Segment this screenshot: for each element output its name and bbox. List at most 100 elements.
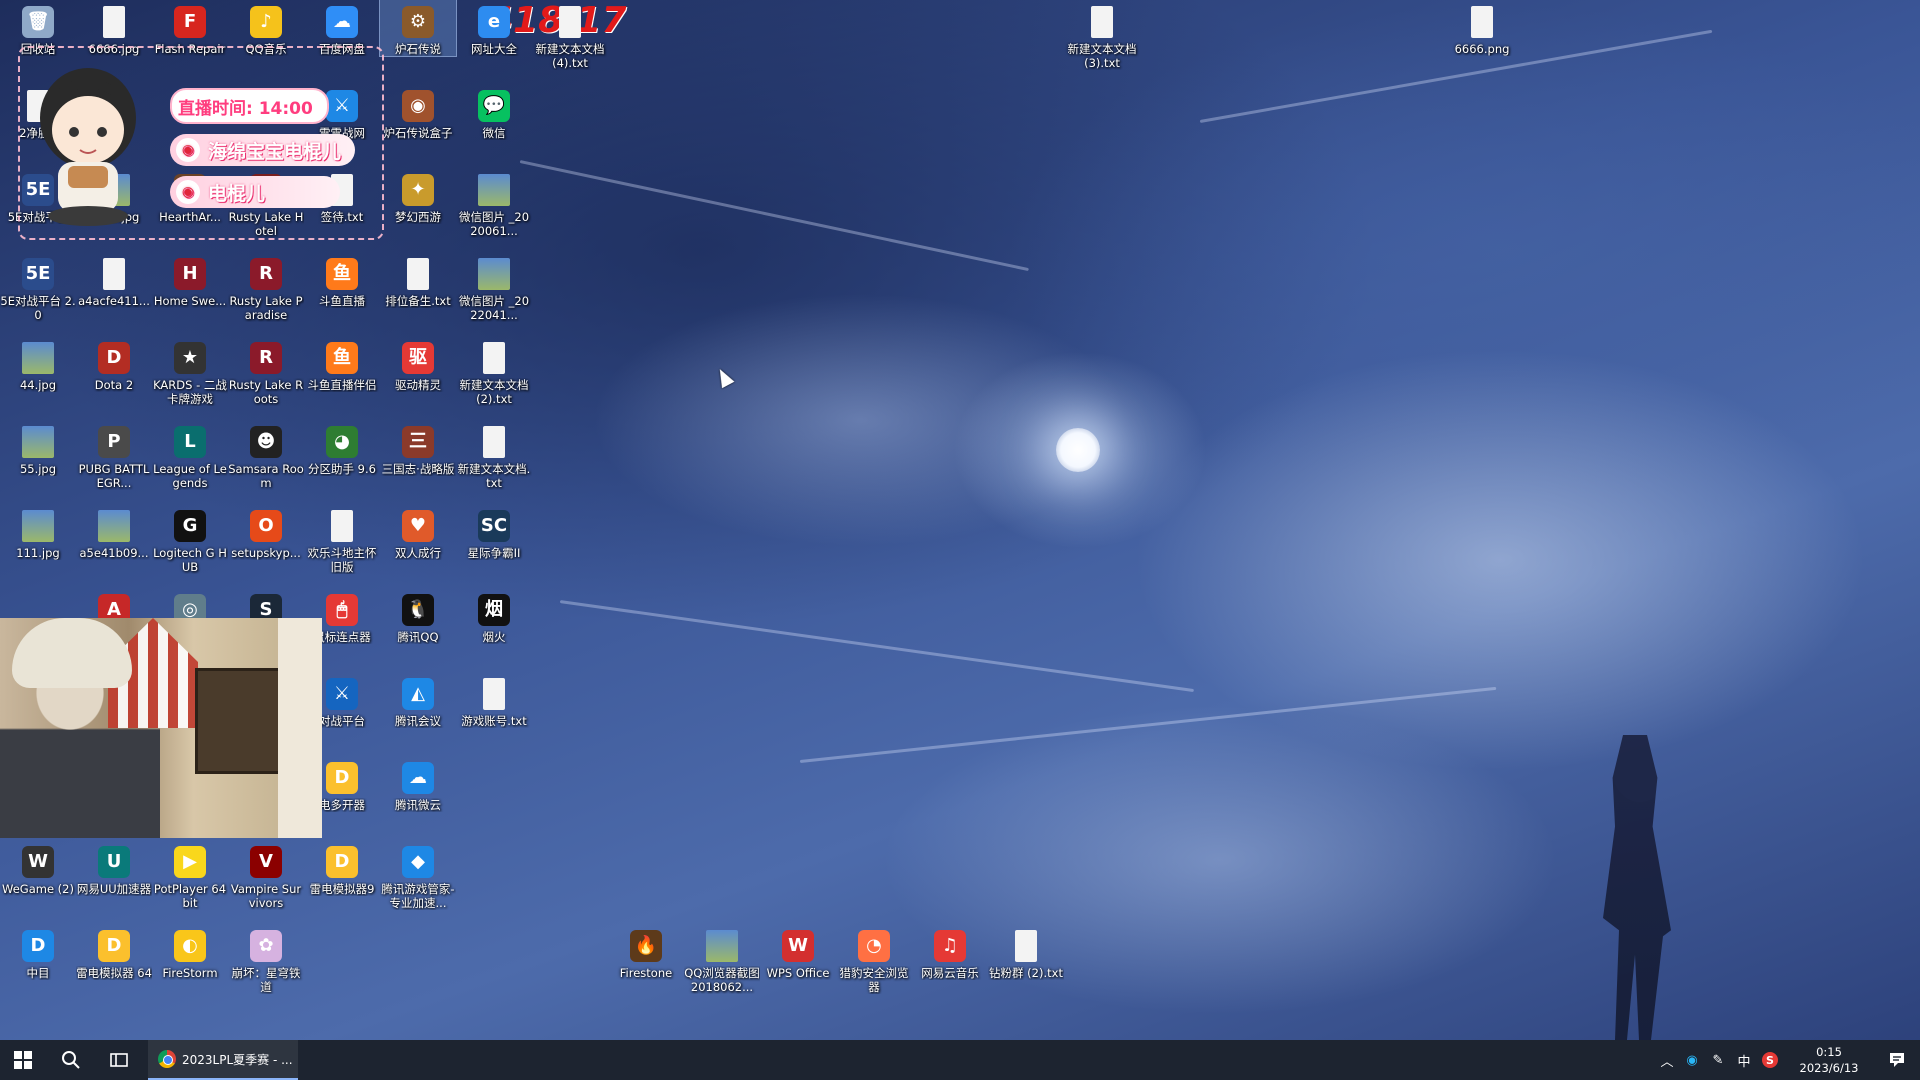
desktop-icon[interactable]: L League of Legends (152, 420, 228, 490)
desktop-icon[interactable]: D 雷电模拟器 64 (76, 924, 152, 980)
desktop-icon[interactable]: U 网易UU加速器 (76, 840, 152, 896)
desktop-icon[interactable]: 新建文本文档.txt (456, 420, 532, 490)
desktop-icon[interactable]: 🐧 腾讯QQ (380, 588, 456, 644)
desktop-icon[interactable]: V Vampire Survivors (228, 840, 304, 910)
desktop-icon[interactable]: 驱驱动精灵 (380, 336, 456, 392)
desktop-icon[interactable]: ◉ 炉石传说盒子 (380, 84, 456, 140)
desktop-icon[interactable]: 5E 5E对战平台 2.0 (0, 252, 76, 322)
app-icon: U (98, 846, 130, 878)
desktop-icon[interactable]: ◔ 猎豹安全浏览器 (836, 924, 912, 994)
app-icon: ✿ (250, 930, 282, 962)
live-time-label: 直播时间: 14:00 (178, 98, 313, 119)
tray-app-button[interactable]: ◉ (1680, 1040, 1704, 1080)
desktop-icon[interactable]: 新建文本文档 (2).txt (456, 336, 532, 406)
desktop-icon[interactable]: 新建文本文档 (3).txt (1064, 0, 1140, 70)
search-button[interactable] (48, 1040, 94, 1080)
search-icon (62, 1051, 80, 1069)
desktop-icon[interactable]: W WeGame (2) (0, 840, 76, 896)
text-file-icon (103, 258, 125, 290)
desktop-icon[interactable]: ✦ 梦幻西游 (380, 168, 456, 224)
desktop-icon-label: 网易UU加速器 (76, 882, 152, 896)
desktop-icon[interactable]: 微信图片 _2020061... (456, 168, 532, 238)
desktop-icon[interactable]: a5e41b09... (76, 504, 152, 560)
desktop-icon[interactable]: 111.jpg (0, 504, 76, 560)
desktop-icon-label: 网易云音乐 (921, 966, 979, 980)
desktop-icon[interactable]: D Dota 2 (76, 336, 152, 392)
desktop-icon[interactable]: a4acfe411... (76, 252, 152, 308)
desktop-icon[interactable]: 💬 微信 (456, 84, 532, 140)
image-file-icon (706, 930, 738, 962)
app-icon: 🔥 (630, 930, 662, 962)
image-file-icon (98, 510, 130, 542)
app-icon: O (250, 510, 282, 542)
start-button[interactable] (0, 1040, 46, 1080)
desktop-icon-label: 微信图片 _2020061... (458, 210, 530, 238)
desktop-icon[interactable]: ♥ 双人成行 (380, 504, 456, 560)
text-file-icon (559, 6, 581, 38)
desktop-icon[interactable]: 钻粉群 (2).txt (988, 924, 1064, 980)
desktop-icon[interactable]: ✿ 崩坏：星穹铁道 (228, 924, 304, 994)
desktop-icon[interactable]: 鱼斗鱼直播伴侣 (304, 336, 380, 392)
desktop-icon[interactable]: D 雷电模拟器9 (304, 840, 380, 896)
desktop-icon[interactable]: G Logitech G HUB (152, 504, 228, 574)
desktop-icon[interactable]: ◐ FireStorm (152, 924, 228, 980)
desktop-icon[interactable]: QQ浏览器截图2018062... (684, 924, 760, 994)
desktop-icon[interactable]: ☻ Samsara Room (228, 420, 304, 490)
desktop-icon-label: 6666.png (1454, 42, 1510, 56)
desktop-icon[interactable]: 游戏账号.txt (456, 672, 532, 728)
desktop-icon[interactable]: ◕ 分区助手 9.6 (304, 420, 380, 476)
desktop-icon[interactable]: Osetupskyp... (228, 504, 304, 560)
desktop-icon[interactable]: 微信图片 _2022041... (456, 252, 532, 322)
desktop-icon[interactable]: P PUBG BATTLEGR... (76, 420, 152, 490)
desktop-icon[interactable]: ⚙ 炉石传说 (379, 0, 457, 57)
notification-center-button[interactable] (1874, 1040, 1920, 1080)
desktop-icon-label: 微信图片 _2022041... (458, 294, 530, 322)
taskbar-clock[interactable]: 0:15 2023/6/13 (1784, 1040, 1874, 1080)
desktop-icon-label: 腾讯微云 (395, 798, 441, 812)
weibo-icon: ◉ (176, 180, 200, 204)
desktop-icon[interactable]: 三三国志·战略版 (380, 420, 456, 476)
app-icon: ☁ (326, 6, 358, 38)
desktop-icon[interactable]: 55.jpg (0, 420, 76, 476)
app-icon: D (326, 762, 358, 794)
desktop-icon[interactable]: e 网址大全 (456, 0, 532, 56)
text-file-icon (103, 6, 125, 38)
desktop-icon[interactable]: 鱼斗鱼直播 (304, 252, 380, 308)
desktop-icon-label: 排位备生.txt (385, 294, 451, 308)
desktop-icon[interactable]: W WPS Office (760, 924, 836, 980)
tray-antivirus-button[interactable]: S (1758, 1040, 1782, 1080)
desktop-icon[interactable]: 欢乐斗地主怀旧版 (304, 504, 380, 574)
app-icon: G (174, 510, 206, 542)
desktop-icon[interactable]: 新建文本文档 (4).txt (532, 0, 608, 70)
app-icon: ◔ (858, 930, 890, 962)
desktop-icon-label: 网址大全 (471, 42, 517, 56)
clock-time: 0:15 (1816, 1045, 1842, 1059)
desktop-icon[interactable]: ♫ 网易云音乐 (912, 924, 988, 980)
desktop-icon[interactable]: SC 星际争霸II (456, 504, 532, 560)
tray-expand-button[interactable]: ︿ (1656, 1040, 1678, 1080)
desktop-icon[interactable]: ◆ 腾讯游戏管家-专业加速... (380, 840, 456, 910)
tray-pen-button[interactable]: ✎ (1706, 1040, 1730, 1080)
desktop-icon[interactable]: 排位备生.txt (380, 252, 456, 308)
desktop-icon[interactable]: 烟烟火 (456, 588, 532, 644)
desktop-icon[interactable]: R Rusty Lake Paradise (228, 252, 304, 322)
desktop-icon[interactable]: 🔥 Firestone (608, 924, 684, 980)
desktop-icon[interactable]: D 中目 (0, 924, 76, 980)
desktop-icon[interactable]: ★ KARDS - 二战卡牌游戏 (152, 336, 228, 406)
desktop-icon[interactable]: ▶ PotPlayer 64 bit (152, 840, 228, 910)
desktop-icon-label: 梦幻西游 (395, 210, 441, 224)
desktop-icon[interactable]: ☁ 腾讯微云 (380, 756, 456, 812)
taskbar-app-chrome[interactable]: 2023LPL夏季赛 - ... (148, 1040, 298, 1080)
desktop-icon[interactable]: R Rusty Lake Roots (228, 336, 304, 406)
tray-ime-button[interactable]: 中 (1732, 1040, 1756, 1080)
desktop-icon[interactable]: 44.jpg (0, 336, 76, 392)
desktop-icon-label: PUBG BATTLEGR... (78, 462, 150, 490)
desktop-icon-label: Dota 2 (94, 378, 134, 392)
desktop-icon[interactable]: 6666.png (1444, 0, 1520, 56)
task-view-button[interactable] (96, 1040, 142, 1080)
desktop-icon-label: 新建文本文档.txt (457, 462, 531, 490)
text-file-icon (1471, 6, 1493, 38)
desktop-icon[interactable]: ◭ 腾讯会议 (380, 672, 456, 728)
shelf (195, 668, 281, 774)
desktop-icon[interactable]: H Home Swe... (152, 252, 228, 308)
